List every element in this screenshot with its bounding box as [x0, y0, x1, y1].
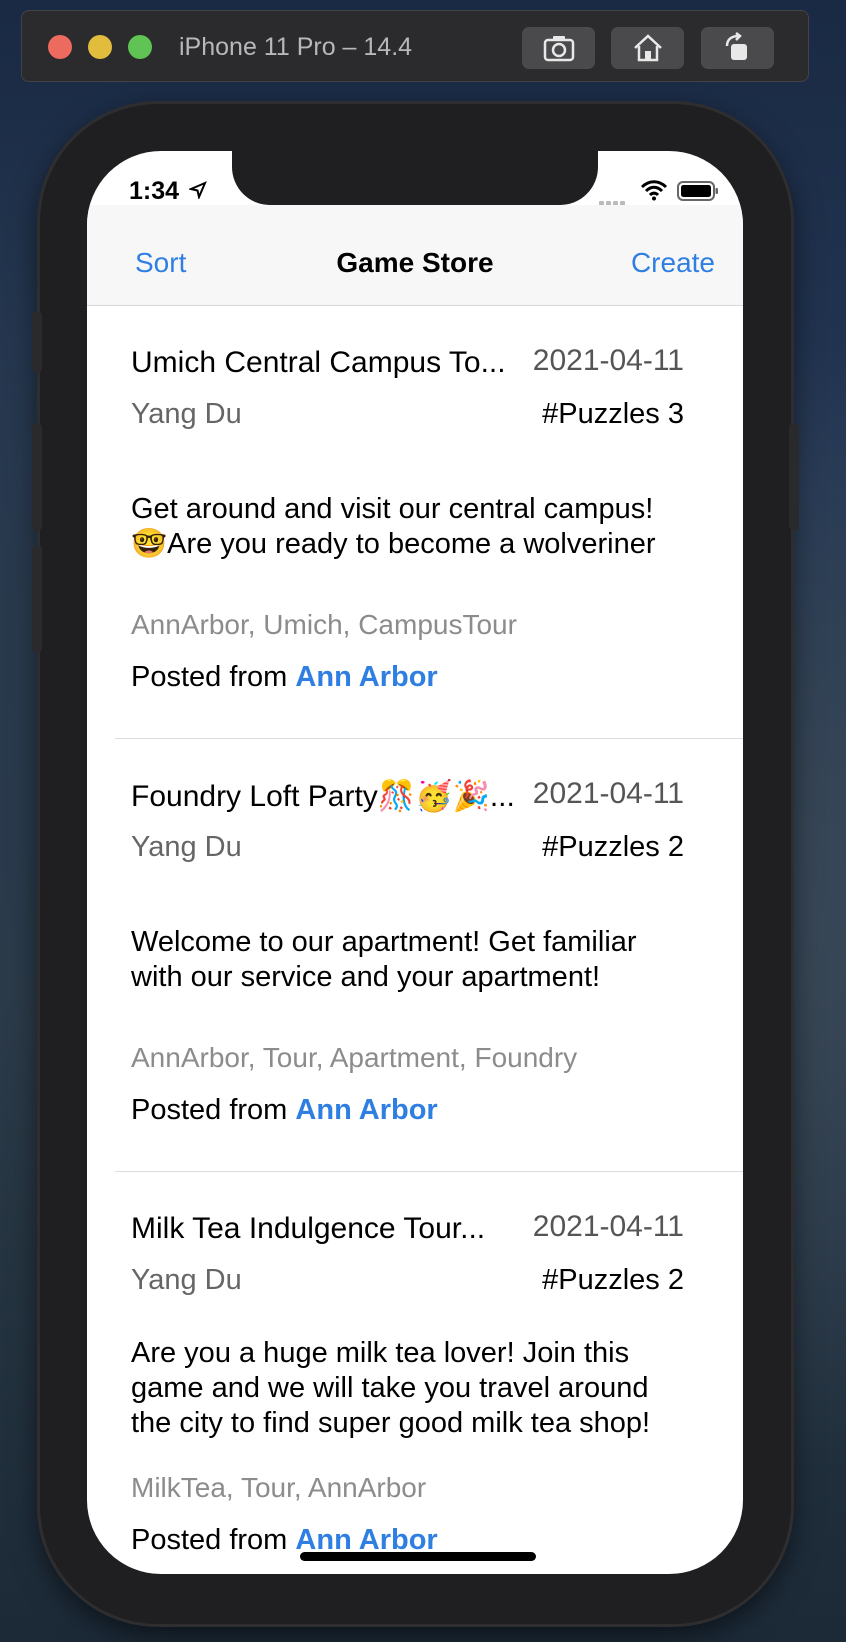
- posted-from-label: Posted from: [131, 1524, 296, 1556]
- battery-icon: [677, 181, 718, 201]
- game-description: Welcome to our apartment! Get familiar w…: [131, 926, 637, 993]
- game-cell[interactable]: Foundry Loft Party🎊🥳🎉... 2021-04-11 Yang…: [87, 739, 743, 1172]
- game-author: Yang Du: [131, 831, 242, 863]
- volume-up-button: [32, 424, 42, 530]
- volume-down-button: [32, 546, 42, 652]
- game-author: Yang Du: [131, 398, 242, 430]
- close-window-button[interactable]: [48, 35, 72, 59]
- location-link[interactable]: Ann Arbor: [295, 1094, 437, 1126]
- minimize-window-button[interactable]: [88, 35, 112, 59]
- notch: [232, 151, 598, 205]
- create-button[interactable]: Create: [631, 247, 715, 279]
- game-list: Umich Central Campus To... 2021-04-11 Ya…: [87, 306, 743, 1574]
- home-button[interactable]: [611, 27, 684, 69]
- posted-from: Posted from Ann Arbor: [131, 1094, 438, 1127]
- puzzle-count: #Puzzles 2: [542, 1264, 684, 1296]
- posted-from-label: Posted from: [131, 661, 296, 693]
- mute-switch: [32, 312, 42, 372]
- game-date: 2021-04-11: [532, 1210, 684, 1243]
- game-author: Yang Du: [131, 1264, 242, 1296]
- game-description: Get around and visit our central campus!…: [131, 493, 656, 560]
- game-title: Umich Central Campus To...: [131, 346, 506, 379]
- phone-screen: 1:34 Sort Game Store Create Umich Centra…: [87, 151, 743, 1574]
- camera-icon: [543, 36, 574, 62]
- posted-from: Posted from Ann Arbor: [131, 661, 438, 694]
- simulator-title-bar: iPhone 11 Pro – 14.4: [21, 10, 809, 82]
- posted-from-label: Posted from: [131, 1094, 296, 1126]
- game-title: Foundry Loft Party🎊🥳🎉...: [131, 780, 515, 813]
- location-arrow-icon: [189, 181, 207, 199]
- navigation-bar: Sort Game Store Create: [87, 205, 743, 306]
- game-tags: AnnArbor, Tour, Apartment, Foundry: [131, 1042, 578, 1073]
- puzzle-count: #Puzzles 3: [542, 398, 684, 430]
- location-link[interactable]: Ann Arbor: [295, 661, 437, 693]
- game-tags: MilkTea, Tour, AnnArbor: [131, 1472, 427, 1503]
- zoom-window-button[interactable]: [128, 35, 152, 59]
- game-description: Are you a huge milk tea lover! Join this…: [131, 1337, 651, 1439]
- home-indicator[interactable]: [300, 1552, 536, 1561]
- puzzle-count: #Puzzles 2: [542, 831, 684, 863]
- game-cell[interactable]: Milk Tea Indulgence Tour... 2021-04-11 Y…: [87, 1172, 743, 1574]
- game-date: 2021-04-11: [532, 777, 684, 810]
- wifi-icon: [640, 180, 668, 201]
- simulator-title: iPhone 11 Pro – 14.4: [179, 33, 413, 61]
- game-date: 2021-04-11: [532, 344, 684, 377]
- game-tags: AnnArbor, Umich, CampusTour: [131, 609, 517, 640]
- power-button: [789, 424, 799, 530]
- rotate-button[interactable]: [701, 27, 774, 69]
- game-cell[interactable]: Umich Central Campus To... 2021-04-11 Ya…: [87, 306, 743, 739]
- rotate-icon: [725, 32, 747, 60]
- home-icon: [633, 34, 662, 62]
- game-title: Milk Tea Indulgence Tour...: [131, 1212, 486, 1245]
- screenshot-button[interactable]: [522, 27, 595, 69]
- status-time: 1:34: [129, 177, 180, 205]
